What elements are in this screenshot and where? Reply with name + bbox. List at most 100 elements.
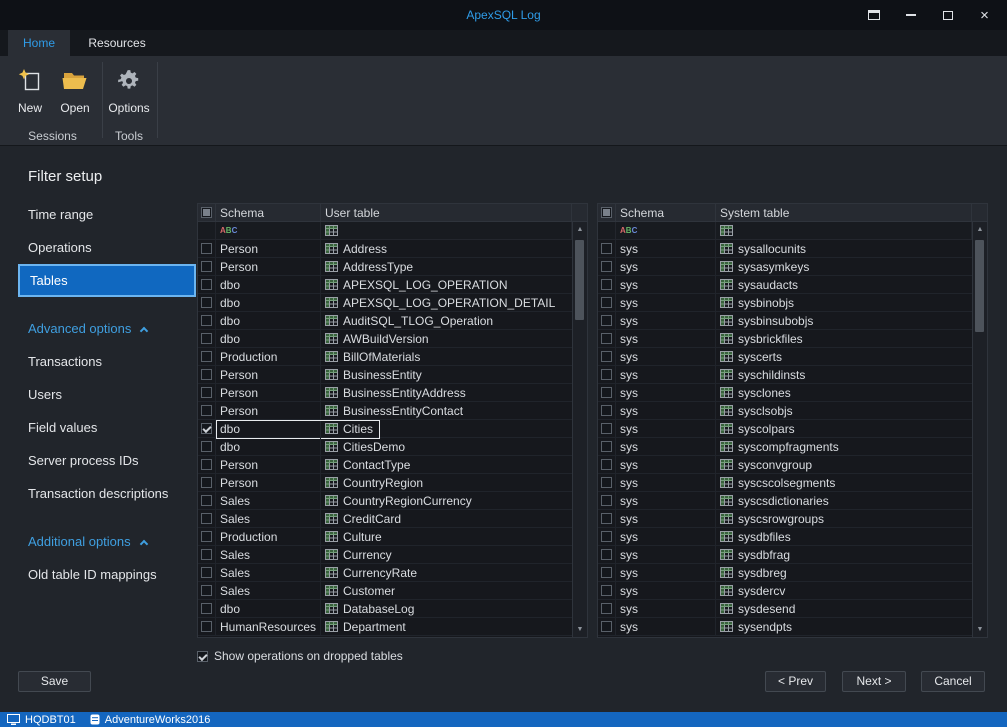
schema-cell[interactable]: dbo — [216, 276, 321, 293]
sidebar-item-old-table-id-mappings[interactable]: Old table ID mappings — [18, 558, 196, 591]
table-row[interactable]: sys sysallocunits — [598, 240, 972, 258]
select-all-checkbox[interactable] — [201, 207, 212, 218]
scroll-up-arrow[interactable]: ▲ — [573, 222, 587, 237]
row-checkbox[interactable] — [601, 441, 612, 452]
table-row[interactable]: dbo CitiesDemo — [198, 438, 572, 456]
table-cell[interactable]: CurrencyRate — [321, 564, 572, 581]
schema-cell[interactable]: Sales — [216, 546, 321, 563]
row-checkbox-cell[interactable] — [198, 474, 216, 491]
row-checkbox-cell[interactable] — [198, 240, 216, 257]
table-row[interactable]: Sales Currency — [198, 546, 572, 564]
schema-cell[interactable]: Sales — [216, 492, 321, 509]
table-row[interactable]: sys sysbrickfiles — [598, 330, 972, 348]
row-checkbox[interactable] — [601, 279, 612, 290]
row-checkbox-cell[interactable] — [198, 438, 216, 455]
row-checkbox-cell[interactable] — [198, 456, 216, 473]
row-checkbox[interactable] — [601, 315, 612, 326]
table-cell[interactable]: BusinessEntityContact — [321, 402, 572, 419]
row-checkbox[interactable] — [201, 459, 212, 470]
table-filter-cell[interactable] — [321, 222, 572, 239]
table-row[interactable]: Sales CreditCard — [198, 510, 572, 528]
table-filter-cell[interactable] — [716, 222, 972, 239]
filter-row[interactable]: ABC — [198, 222, 572, 240]
row-checkbox[interactable] — [201, 441, 212, 452]
table-cell[interactable]: BusinessEntityAddress — [321, 384, 572, 401]
table-cell[interactable]: Address — [321, 240, 572, 257]
table-row[interactable]: sys sysendpts — [598, 618, 972, 636]
schema-cell[interactable]: sys — [616, 438, 716, 455]
table-row[interactable]: dbo APEXSQL_LOG_OPERATION — [198, 276, 572, 294]
tab-home[interactable]: Home — [8, 30, 71, 56]
schema-cell[interactable]: sys — [616, 600, 716, 617]
select-all-checkbox[interactable] — [601, 207, 612, 218]
table-row[interactable]: Person BusinessEntityContact — [198, 402, 572, 420]
row-checkbox-cell[interactable] — [198, 618, 216, 635]
schema-cell[interactable]: Person — [216, 474, 321, 491]
table-cell[interactable]: sysdercv — [716, 582, 972, 599]
sidebar-section-advanced-options[interactable]: Advanced options — [18, 312, 196, 345]
row-checkbox-cell[interactable] — [598, 402, 616, 419]
schema-cell[interactable]: Sales — [216, 564, 321, 581]
schema-cell[interactable]: sys — [616, 492, 716, 509]
row-checkbox[interactable] — [201, 495, 212, 506]
table-row[interactable]: sys sysdercv — [598, 582, 972, 600]
row-checkbox[interactable] — [201, 603, 212, 614]
row-checkbox-cell[interactable] — [598, 474, 616, 491]
table-row[interactable]: Person BusinessEntity — [198, 366, 572, 384]
schema-cell[interactable]: sys — [616, 528, 716, 545]
sidebar-item-transaction-descriptions[interactable]: Transaction descriptions — [18, 477, 196, 510]
row-checkbox-cell[interactable] — [598, 564, 616, 581]
row-checkbox-cell[interactable] — [198, 600, 216, 617]
schema-cell[interactable]: sys — [616, 348, 716, 365]
row-checkbox-cell[interactable] — [598, 582, 616, 599]
row-checkbox-cell[interactable] — [598, 384, 616, 401]
table-row[interactable]: dbo AWBuildVersion — [198, 330, 572, 348]
row-checkbox-cell[interactable] — [598, 330, 616, 347]
schema-cell[interactable]: dbo — [216, 330, 321, 347]
vertical-scrollbar[interactable]: ▲ ▼ — [972, 222, 987, 637]
table-cell[interactable]: sysaudacts — [716, 276, 972, 293]
row-checkbox[interactable] — [601, 387, 612, 398]
table-row[interactable]: Person Address — [198, 240, 572, 258]
table-cell[interactable]: CountryRegionCurrency — [321, 492, 572, 509]
table-cell[interactable]: AddressType — [321, 258, 572, 275]
row-checkbox-cell[interactable] — [598, 546, 616, 563]
schema-cell[interactable]: sys — [616, 546, 716, 563]
table-cell[interactable]: sysdbfiles — [716, 528, 972, 545]
row-checkbox[interactable] — [201, 279, 212, 290]
row-checkbox-cell[interactable] — [198, 564, 216, 581]
schema-cell[interactable]: sys — [616, 384, 716, 401]
table-cell[interactable]: sysallocunits — [716, 240, 972, 257]
table-cell[interactable]: Culture — [321, 528, 572, 545]
table-cell[interactable]: BusinessEntity — [321, 366, 572, 383]
row-checkbox-cell[interactable] — [598, 456, 616, 473]
sidebar-item-transactions[interactable]: Transactions — [18, 345, 196, 378]
table-row[interactable]: sys sysbinobjs — [598, 294, 972, 312]
schema-filter-cell[interactable]: ABC — [216, 222, 321, 239]
row-checkbox-cell[interactable] — [598, 600, 616, 617]
table-cell[interactable]: sysdbreg — [716, 564, 972, 581]
row-checkbox-cell[interactable] — [598, 366, 616, 383]
row-checkbox-cell[interactable] — [598, 276, 616, 293]
schema-cell[interactable]: Production — [216, 528, 321, 545]
table-cell[interactable]: BillOfMaterials — [321, 348, 572, 365]
schema-cell[interactable]: Person — [216, 366, 321, 383]
maximize-button[interactable] — [929, 0, 966, 30]
row-checkbox-cell[interactable] — [598, 348, 616, 365]
table-cell[interactable]: syscsdictionaries — [716, 492, 972, 509]
cancel-button[interactable]: Cancel — [921, 671, 985, 692]
row-checkbox-cell[interactable] — [198, 348, 216, 365]
table-row[interactable]: sys sysdbreg — [598, 564, 972, 582]
prev-button[interactable]: < Prev — [765, 671, 826, 692]
minimize-button[interactable] — [892, 0, 929, 30]
schema-cell[interactable]: Person — [216, 402, 321, 419]
row-checkbox-cell[interactable] — [598, 420, 616, 437]
row-checkbox[interactable] — [201, 585, 212, 596]
schema-filter-cell[interactable]: ABC — [616, 222, 716, 239]
table-row[interactable]: sys syscerts — [598, 348, 972, 366]
row-checkbox-cell[interactable] — [198, 312, 216, 329]
table-cell[interactable]: sysendpts — [716, 618, 972, 635]
schema-cell[interactable]: sys — [616, 510, 716, 527]
row-checkbox[interactable] — [601, 423, 612, 434]
table-row[interactable]: sys syscscolsegments — [598, 474, 972, 492]
